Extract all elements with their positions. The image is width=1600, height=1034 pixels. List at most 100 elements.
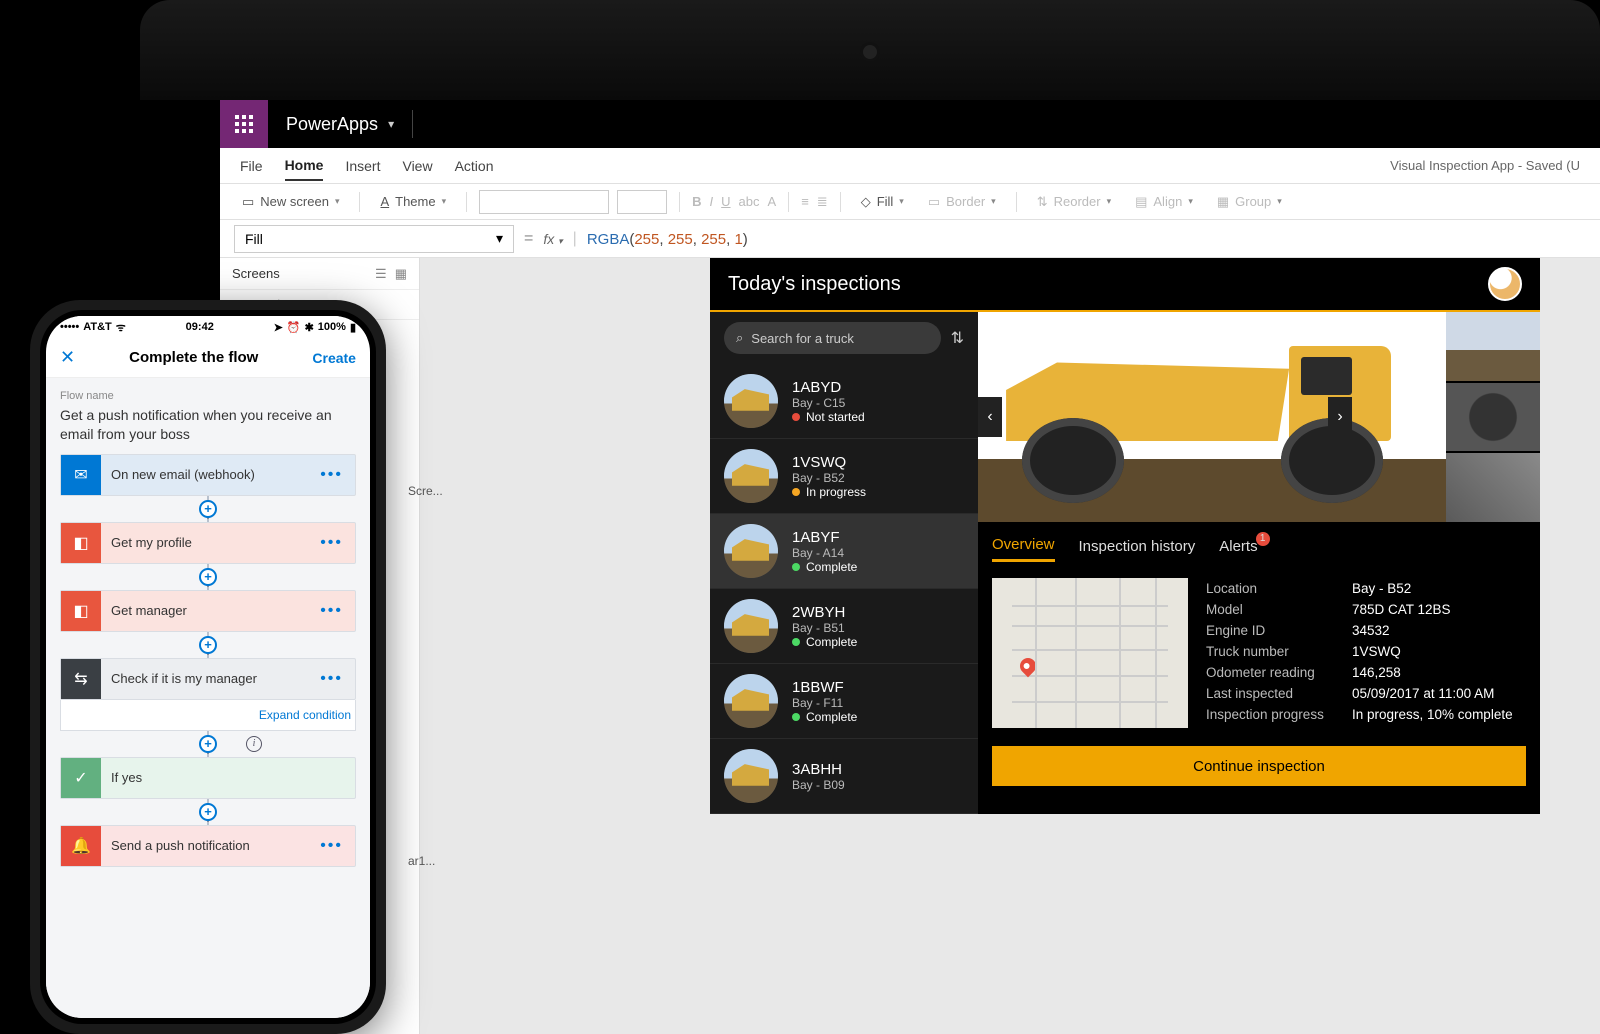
add-step-button[interactable]: + xyxy=(199,500,217,518)
separator xyxy=(788,192,789,212)
close-icon[interactable]: ✕ xyxy=(60,347,75,368)
property-selector[interactable]: Fill ▾ xyxy=(234,225,514,253)
menu-insert[interactable]: Insert xyxy=(345,152,380,180)
truck-list-item[interactable]: 1BBWFBay - F11Complete xyxy=(710,664,978,739)
truck-thumbnail xyxy=(724,524,778,578)
continue-inspection-button[interactable]: Continue inspection xyxy=(992,746,1526,786)
flow-step[interactable]: ⇆Check if it is my manager••• xyxy=(60,658,356,700)
truck-thumbnail xyxy=(724,374,778,428)
truck-id: 1VSWQ xyxy=(792,454,866,471)
new-screen-icon: ▭ xyxy=(242,194,254,210)
tree-grid-icon[interactable]: ▦ xyxy=(395,266,407,282)
spec-label: Truck number xyxy=(1206,644,1336,659)
font-size-selector[interactable] xyxy=(617,190,667,214)
fill-icon: ◇ xyxy=(861,194,871,210)
truck-list-item[interactable]: 1ABYFBay - A14Complete xyxy=(710,514,978,589)
formula-expression[interactable]: RGBA(255, 255, 255, 1) xyxy=(587,230,748,248)
tree-list-icon[interactable]: ☰ xyxy=(375,266,387,282)
more-icon[interactable]: ••• xyxy=(308,837,355,855)
flow-step[interactable]: ✉On new email (webhook)••• xyxy=(60,454,356,496)
search-input[interactable]: ⌕ Search for a truck xyxy=(724,322,941,354)
separator xyxy=(840,192,841,212)
formula-arg: 255 xyxy=(701,231,726,248)
canvas-area[interactable]: Scre... ar1... Today's inspections ⌕ xyxy=(420,258,1600,1034)
sort-icon[interactable]: ⇅ xyxy=(951,328,964,348)
tab-overview[interactable]: Overview xyxy=(992,536,1055,562)
location-icon: ➤ xyxy=(274,321,283,334)
fill-button[interactable]: ◇ Fill ▾ xyxy=(853,190,912,214)
truck-list-item[interactable]: 1VSWQBay - B52In progress xyxy=(710,439,978,514)
truck-list-item[interactable]: 1ABYDBay - C15Not started xyxy=(710,364,978,439)
menu-file[interactable]: File xyxy=(240,152,263,180)
flow-step-label: Send a push notification xyxy=(101,838,308,853)
app-title[interactable]: PowerApps ▾ xyxy=(268,114,412,135)
menu-action[interactable]: Action xyxy=(455,152,494,180)
carrier: ••••• AT&T ᯤ xyxy=(60,320,126,335)
spec-value: 146,258 xyxy=(1352,665,1401,680)
tab-alerts[interactable]: Alerts1 xyxy=(1219,538,1257,561)
fx-button[interactable]: fx ▾ xyxy=(543,231,562,247)
theme-icon: A xyxy=(380,194,389,209)
alarm-icon: ⏰ xyxy=(287,321,301,334)
valign-icon: ≣ xyxy=(817,194,828,210)
hero-image: ‹ › xyxy=(978,312,1540,522)
thumbnail[interactable] xyxy=(1446,312,1540,381)
add-step-button[interactable]: + xyxy=(199,735,217,753)
flow-step-label: If yes xyxy=(101,770,355,785)
separator xyxy=(1016,192,1017,212)
info-icon[interactable]: i xyxy=(246,736,262,752)
flow-step-icon: 🔔 xyxy=(61,826,101,866)
menu-home[interactable]: Home xyxy=(285,151,324,181)
search-placeholder: Search for a truck xyxy=(751,331,854,346)
more-icon[interactable]: ••• xyxy=(308,602,355,620)
flow-step[interactable]: ✓If yes xyxy=(60,757,356,799)
align-button: ▤ Align ▾ xyxy=(1127,190,1201,214)
truck-list-item[interactable]: 3ABHHBay - B09 xyxy=(710,739,978,814)
powerapps-header: PowerApps ▾ xyxy=(220,100,1600,148)
hero-next-button[interactable]: › xyxy=(1328,397,1352,437)
thumbnail[interactable] xyxy=(1446,383,1540,452)
add-step-button[interactable]: + xyxy=(199,803,217,821)
truck-thumbnail xyxy=(724,449,778,503)
spec-label: Inspection progress xyxy=(1206,707,1336,722)
spec-row: Odometer reading146,258 xyxy=(1206,662,1526,683)
location-map[interactable] xyxy=(992,578,1188,728)
font-selector[interactable] xyxy=(479,190,609,214)
spec-label: Model xyxy=(1206,602,1336,617)
bluetooth-icon: ✱ xyxy=(305,321,314,334)
truck-bay: Bay - B52 xyxy=(792,471,866,485)
status-dot-icon xyxy=(792,563,800,571)
create-button[interactable]: Create xyxy=(312,350,356,366)
flow-step[interactable]: 🔔Send a push notification••• xyxy=(60,825,356,867)
underline-icon: U xyxy=(721,194,730,209)
waffle-icon[interactable] xyxy=(220,100,268,148)
add-step-button[interactable]: + xyxy=(199,636,217,654)
flow-step[interactable]: ◧Get my profile••• xyxy=(60,522,356,564)
flow-step[interactable]: ◧Get manager••• xyxy=(60,590,356,632)
detail-tabs: Overview Inspection history Alerts1 xyxy=(978,522,1540,568)
truck-status: In progress xyxy=(792,485,866,499)
theme-button[interactable]: A Theme ▾ xyxy=(372,190,454,213)
spec-row: Last inspected05/09/2017 at 11:00 AM xyxy=(1206,683,1526,704)
hero-prev-button[interactable]: ‹ xyxy=(978,397,1002,437)
expand-condition-link[interactable]: Expand condition xyxy=(60,700,356,731)
status-bar: ••••• AT&T ᯤ 09:42 ➤ ⏰ ✱ 100% ▮ xyxy=(46,316,370,338)
menu-view[interactable]: View xyxy=(402,152,432,180)
more-icon[interactable]: ••• xyxy=(308,466,355,484)
add-step-button[interactable]: + xyxy=(199,568,217,586)
tab-inspection-history[interactable]: Inspection history xyxy=(1079,538,1196,561)
user-avatar[interactable] xyxy=(1488,267,1522,301)
document-name: Visual Inspection App - Saved (U xyxy=(1390,158,1580,173)
thumbnail[interactable] xyxy=(1446,453,1540,522)
powerapps-body: Screens ☰▦ ⌕ Search Scre... ar1... Today… xyxy=(220,258,1600,1034)
truck-list-item[interactable]: 2WBYHBay - B51Complete xyxy=(710,589,978,664)
more-icon[interactable]: ••• xyxy=(308,534,355,552)
truck-bay: Bay - B09 xyxy=(792,778,845,792)
spec-label: Location xyxy=(1206,581,1336,596)
spec-label: Last inspected xyxy=(1206,686,1336,701)
app-header: Today's inspections xyxy=(710,258,1540,312)
new-screen-button[interactable]: ▭ New screen ▾ xyxy=(234,190,347,214)
more-icon[interactable]: ••• xyxy=(308,670,355,688)
status-dot-icon xyxy=(792,638,800,646)
phone-title: Complete the flow xyxy=(129,349,258,366)
